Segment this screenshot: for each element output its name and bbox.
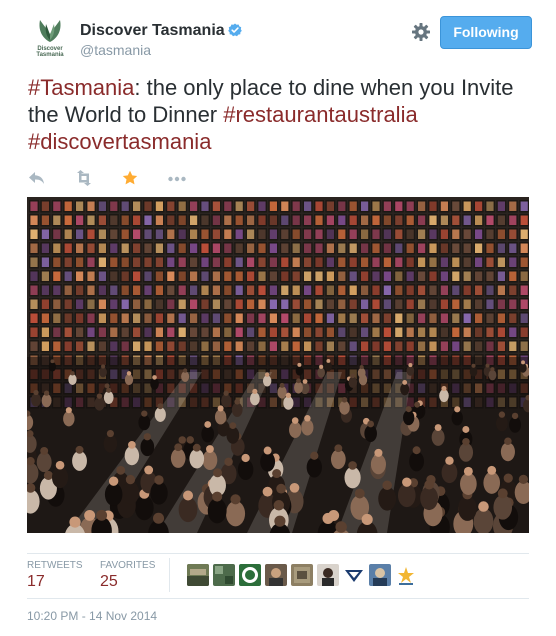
account-handle[interactable]: @tasmania: [80, 42, 151, 58]
tweet-timestamp[interactable]: 10:20 PM - 14 Nov 2014: [27, 609, 157, 623]
favoriter-avatar[interactable]: [291, 564, 313, 586]
account-name[interactable]: Discover Tasmania: [80, 22, 225, 39]
favoriter-avatar[interactable]: [265, 564, 287, 586]
divider: [27, 553, 529, 554]
reply-icon[interactable]: [28, 170, 46, 190]
favoriter-avatar[interactable]: [395, 564, 417, 586]
tweet-header: Discover Tasmania Discover Tasmania @tas…: [28, 14, 532, 60]
more-icon[interactable]: [167, 170, 187, 190]
retweets-count[interactable]: 17: [27, 573, 83, 591]
retweets-label: RETWEETS: [27, 560, 83, 571]
retweets-stat[interactable]: RETWEETS 17: [27, 560, 83, 591]
favorites-count[interactable]: 25: [100, 573, 155, 591]
favorites-label: FAVORITES: [100, 560, 156, 571]
favoriter-avatar[interactable]: [369, 564, 391, 586]
avatar[interactable]: Discover Tasmania: [28, 14, 72, 58]
favoriter-avatar[interactable]: [317, 564, 339, 586]
favoriter-avatar[interactable]: [239, 564, 261, 586]
stat-separator: [169, 558, 170, 592]
favoriter-avatar[interactable]: [187, 564, 209, 586]
retweet-icon[interactable]: [74, 170, 94, 190]
favoriter-avatar[interactable]: [213, 564, 235, 586]
verified-badge-icon: [227, 23, 242, 37]
hashtag-link[interactable]: #discovertasmania: [28, 129, 211, 154]
tweet-actions: [28, 170, 228, 192]
tasmania-logo-icon: [39, 20, 61, 42]
tweet-photo[interactable]: [27, 197, 529, 533]
tweet-text: #Tasmania: the only place to dine when y…: [28, 74, 548, 155]
dinner-hall-image: [27, 197, 529, 533]
hashtag-link[interactable]: #Tasmania: [28, 75, 134, 100]
avatar-brand-text: Discover Tasmania: [36, 46, 64, 58]
divider: [27, 598, 529, 599]
favorites-stat[interactable]: FAVORITES 25: [100, 560, 155, 591]
hashtag-link[interactable]: #restaurantaustralia: [223, 102, 417, 127]
gear-icon[interactable]: [411, 22, 431, 42]
following-button[interactable]: Following: [440, 16, 532, 49]
favorite-icon[interactable]: [122, 170, 138, 190]
account-name-row[interactable]: Discover Tasmania: [80, 22, 242, 40]
favoriter-avatar[interactable]: [343, 564, 365, 586]
